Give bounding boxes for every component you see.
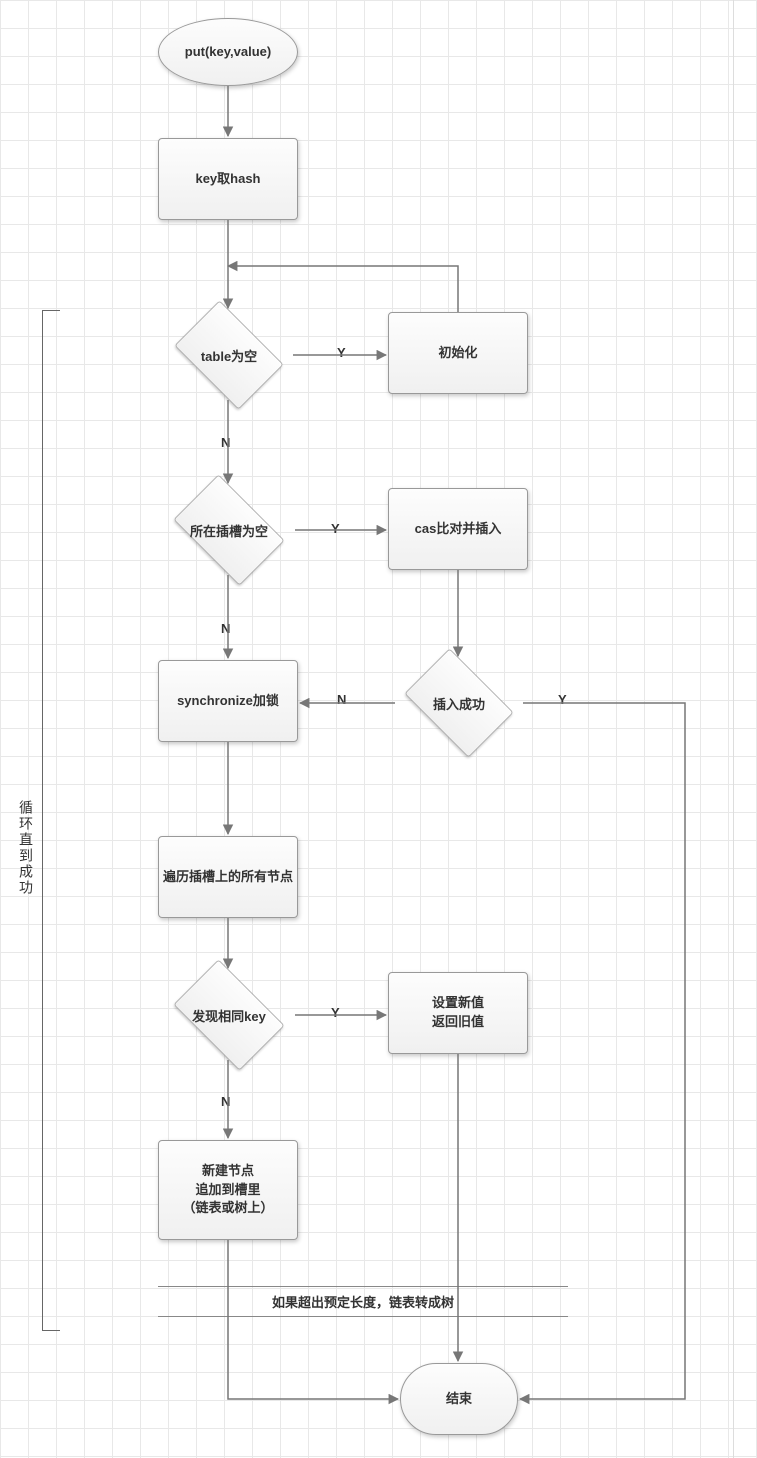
- node-end: 结束: [400, 1363, 518, 1435]
- node-traverse: 遍历插槽上的所有节点: [158, 836, 298, 918]
- label-y-1: Y: [337, 345, 346, 360]
- label-n-2: N: [221, 621, 230, 636]
- node-hash: key取hash: [158, 138, 298, 220]
- label-n-4: N: [221, 1094, 230, 1109]
- node-insert-ok: 插入成功: [395, 658, 523, 748]
- loop-caption: 循环直到成功: [16, 800, 36, 896]
- node-set-return-label: 设置新值 返回旧值: [432, 994, 484, 1032]
- loop-bracket-bottom: [42, 1330, 60, 1331]
- node-slot-empty: 所在插槽为空: [163, 485, 295, 575]
- node-sync-label: synchronize加锁: [177, 692, 279, 711]
- label-y-3: Y: [558, 692, 567, 707]
- node-cas-label: cas比对并插入: [415, 520, 502, 539]
- label-n-3: N: [337, 692, 346, 707]
- node-treeify-label: 如果超出预定长度，链表转成树: [272, 1295, 454, 1310]
- node-end-label: 结束: [446, 1390, 472, 1409]
- loop-bracket-top: [42, 310, 60, 311]
- label-y-2: Y: [331, 521, 340, 536]
- node-table-empty-label: table为空: [201, 346, 257, 365]
- node-slot-empty-label: 所在插槽为空: [190, 521, 268, 540]
- node-hash-label: key取hash: [195, 170, 260, 189]
- node-same-key-label: 发现相同key: [192, 1006, 266, 1025]
- node-append: 新建节点 追加到槽里 （链表或树上）: [158, 1140, 298, 1240]
- node-init: 初始化: [388, 312, 528, 394]
- note-divider-top: [158, 1286, 568, 1287]
- label-n-1: N: [221, 435, 230, 450]
- node-start: put(key,value): [158, 18, 298, 86]
- node-traverse-label: 遍历插槽上的所有节点: [163, 868, 293, 887]
- node-set-return: 设置新值 返回旧值: [388, 972, 528, 1054]
- right-margin-line: [733, 0, 734, 1458]
- node-table-empty: table为空: [165, 310, 293, 400]
- note-divider-bottom: [158, 1316, 568, 1317]
- node-insert-ok-label: 插入成功: [433, 694, 485, 713]
- node-append-label: 新建节点 追加到槽里 （链表或树上）: [182, 1162, 273, 1219]
- label-y-4: Y: [331, 1005, 340, 1020]
- node-sync: synchronize加锁: [158, 660, 298, 742]
- node-start-label: put(key,value): [185, 43, 271, 62]
- flow-arrows: [0, 0, 757, 1458]
- node-same-key: 发现相同key: [163, 970, 295, 1060]
- node-treeify: 如果超出预定长度，链表转成树: [158, 1292, 568, 1311]
- loop-bracket-side: [42, 310, 43, 1330]
- node-init-label: 初始化: [438, 344, 477, 363]
- node-cas: cas比对并插入: [388, 488, 528, 570]
